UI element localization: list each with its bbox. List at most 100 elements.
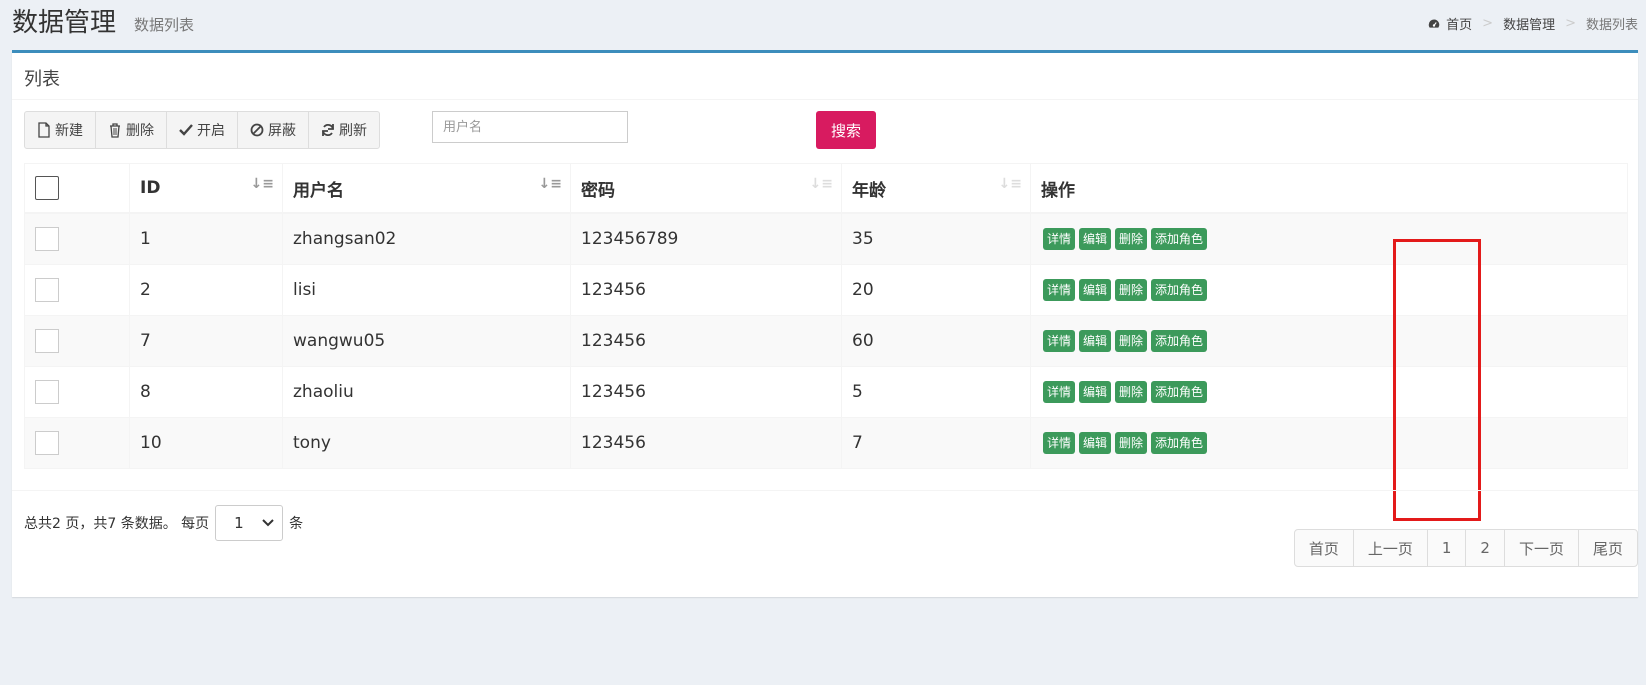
edit-button[interactable]: 编辑 <box>1079 381 1112 403</box>
cell-username: tony <box>282 417 571 469</box>
cell-actions: 详情 编辑 删除 添加角色 <box>1030 212 1628 265</box>
sort-icon[interactable]: ↓≡ <box>539 176 562 192</box>
column-header-id[interactable]: ID ↓≡ <box>129 163 283 214</box>
page-size-value: 1 <box>234 514 244 532</box>
row-checkbox[interactable] <box>35 431 59 455</box>
add-role-button[interactable]: 添加角色 <box>1151 432 1208 454</box>
column-header-username[interactable]: 用户名 ↓≡ <box>282 163 571 214</box>
cell-id: 10 <box>129 417 283 469</box>
chevron-down-icon <box>262 519 274 527</box>
edit-button[interactable]: 编辑 <box>1079 432 1112 454</box>
refresh-button-label: 刷新 <box>339 123 367 139</box>
page-size-select[interactable]: 1 <box>215 505 284 541</box>
detail-button[interactable]: 详情 <box>1043 381 1076 403</box>
detail-button[interactable]: 详情 <box>1043 330 1076 352</box>
enable-button[interactable]: 开启 <box>167 112 238 148</box>
cell-age: 60 <box>841 315 1031 367</box>
cell-username: wangwu05 <box>282 315 571 367</box>
row-checkbox[interactable] <box>35 380 59 404</box>
cell-username: zhaoliu <box>282 366 571 418</box>
pagination: 首页 上一页 1 2 下一页 尾页 <box>1293 529 1638 567</box>
check-icon <box>179 124 193 136</box>
row-delete-button[interactable]: 删除 <box>1115 432 1148 454</box>
cell-password: 123456 <box>570 315 842 367</box>
cell-actions: 详情 编辑 删除 添加角色 <box>1030 264 1628 316</box>
table-row: 8 zhaoliu 123456 5 详情 编辑 删除 添加角色 <box>24 366 1628 418</box>
row-checkbox[interactable] <box>35 278 59 302</box>
cell-username: zhangsan02 <box>282 212 571 265</box>
sort-icon[interactable]: ↓≡ <box>251 176 274 192</box>
breadcrumb-home-link[interactable]: 首页 <box>1446 14 1472 33</box>
cell-password: 123456789 <box>570 212 842 265</box>
column-header-actions: 操作 <box>1030 163 1628 214</box>
page-size-unit: 条 <box>289 516 304 532</box>
delete-button[interactable]: 删除 <box>96 112 167 148</box>
add-role-button[interactable]: 添加角色 <box>1151 228 1208 250</box>
breadcrumb-section-link[interactable]: 数据管理 <box>1503 14 1555 33</box>
column-header-id-label: ID <box>140 178 161 198</box>
cell-id: 1 <box>129 212 283 265</box>
table-header-row: ID ↓≡ 用户名 ↓≡ 密码 ↓≡ 年龄 ↓≡ 操作 <box>24 163 1628 214</box>
detail-button[interactable]: 详情 <box>1043 432 1076 454</box>
trash-icon <box>110 123 120 138</box>
row-delete-button[interactable]: 删除 <box>1115 381 1148 403</box>
row-delete-button[interactable]: 删除 <box>1115 279 1148 301</box>
table-row: 2 lisi 123456 20 详情 编辑 删除 添加角色 <box>24 264 1628 316</box>
column-header-password[interactable]: 密码 ↓≡ <box>570 163 842 214</box>
page-title: 数据管理 <box>12 8 117 38</box>
new-button[interactable]: 新建 <box>25 112 96 148</box>
page-button-1[interactable]: 1 <box>1428 530 1467 566</box>
add-role-button[interactable]: 添加角色 <box>1151 381 1208 403</box>
edit-button[interactable]: 编辑 <box>1079 279 1112 301</box>
cell-age: 20 <box>841 264 1031 316</box>
cell-password: 123456 <box>570 366 842 418</box>
row-checkbox[interactable] <box>35 329 59 353</box>
breadcrumb: 首页 > 数据管理 > 数据列表 <box>1428 14 1638 33</box>
page-info: 总共2 页，共7 条数据。 每页 1 条 <box>24 505 303 541</box>
add-role-button[interactable]: 添加角色 <box>1151 279 1208 301</box>
first-page-button[interactable]: 首页 <box>1295 530 1354 566</box>
sort-icon[interactable]: ↓≡ <box>999 176 1022 192</box>
column-header-age[interactable]: 年龄 ↓≡ <box>841 163 1031 214</box>
add-role-button[interactable]: 添加角色 <box>1151 330 1208 352</box>
last-page-button[interactable]: 尾页 <box>1579 530 1637 566</box>
cell-password: 123456 <box>570 417 842 469</box>
select-all-checkbox[interactable] <box>35 176 59 200</box>
table-row: 10 tony 123456 7 详情 编辑 删除 添加角色 <box>24 417 1628 469</box>
cell-actions: 详情 编辑 删除 添加角色 <box>1030 417 1628 469</box>
cell-age: 5 <box>841 366 1031 418</box>
page-summary: 总共2 页，共7 条数据。 每页 <box>24 516 210 532</box>
table-row: 7 wangwu05 123456 60 详情 编辑 删除 添加角色 <box>24 315 1628 367</box>
data-table: ID ↓≡ 用户名 ↓≡ 密码 ↓≡ 年龄 ↓≡ 操作 1 zhangsan02… <box>24 163 1628 469</box>
column-header-password-label: 密码 <box>581 180 615 201</box>
search-button[interactable]: 搜索 <box>816 111 876 149</box>
detail-button[interactable]: 详情 <box>1043 279 1076 301</box>
delete-button-label: 删除 <box>126 123 154 139</box>
divider <box>12 99 1638 100</box>
row-delete-button[interactable]: 删除 <box>1115 330 1148 352</box>
edit-button[interactable]: 编辑 <box>1079 330 1112 352</box>
cell-id: 2 <box>129 264 283 316</box>
row-delete-button[interactable]: 删除 <box>1115 228 1148 250</box>
breadcrumb-separator: > <box>1565 16 1576 31</box>
new-button-label: 新建 <box>55 123 83 139</box>
page-subtitle: 数据列表 <box>134 16 195 34</box>
prev-page-button[interactable]: 上一页 <box>1354 530 1428 566</box>
table-row: 1 zhangsan02 123456789 35 详情 编辑 删除 添加角色 <box>24 212 1628 265</box>
block-button[interactable]: 屏蔽 <box>238 112 309 148</box>
dashboard-icon <box>1428 19 1440 28</box>
divider <box>12 490 1638 491</box>
cell-id: 8 <box>129 366 283 418</box>
select-all-header <box>24 163 130 214</box>
column-header-username-label: 用户名 <box>293 180 344 201</box>
next-page-button[interactable]: 下一页 <box>1505 530 1579 566</box>
detail-button[interactable]: 详情 <box>1043 228 1076 250</box>
sort-icon[interactable]: ↓≡ <box>810 176 833 192</box>
edit-button[interactable]: 编辑 <box>1079 228 1112 250</box>
breadcrumb-current: 数据列表 <box>1585 18 1638 33</box>
cell-age: 35 <box>841 212 1031 265</box>
row-checkbox[interactable] <box>35 227 59 251</box>
page-button-2[interactable]: 2 <box>1466 530 1505 566</box>
refresh-button[interactable]: 刷新 <box>309 112 379 148</box>
username-search-input[interactable] <box>432 111 628 143</box>
